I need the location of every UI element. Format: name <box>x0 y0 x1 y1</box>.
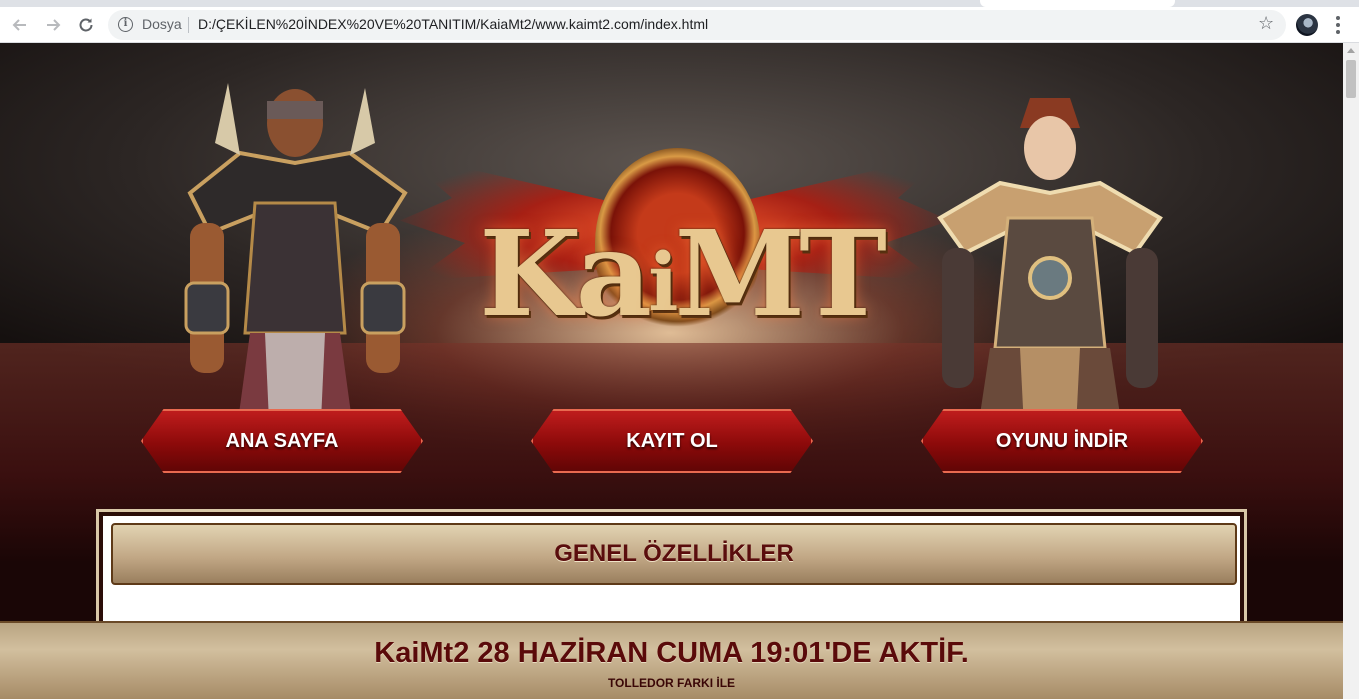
nav-kayit-ol-button[interactable]: KAYIT OL <box>531 409 813 473</box>
left-warrior-character <box>184 83 408 443</box>
launch-announcement-subtitle: TOLLEDOR FARKI İLE <box>607 676 736 690</box>
nav-oyunu-indir-label: OYUNU İNDİR <box>995 429 1129 452</box>
active-tab[interactable] <box>980 0 1175 7</box>
scrollbar-thumb[interactable] <box>1346 60 1356 98</box>
launch-announcement-banner: KaiMt2 28 HAZİRAN CUMA 19:01'DE AKTİF. T… <box>0 621 1343 699</box>
hero-banner: Ka i MT ANA SAYFA KAYIT OL OYUNU İNDİR <box>0 43 1343 563</box>
features-title: GENEL ÖZELLİKLER <box>554 540 794 567</box>
profile-avatar[interactable] <box>1296 14 1318 36</box>
url-text[interactable]: D:/ÇEKİLEN%20İNDEX%20VE%20TANITIM/KaiaMt… <box>198 16 708 32</box>
page-viewport: Ka i MT ANA SAYFA KAYIT OL OYUNU İNDİR GEN… <box>0 43 1343 699</box>
reload-icon[interactable] <box>74 13 98 37</box>
back-arrow-icon[interactable] <box>8 13 32 37</box>
logo-text-end: MT <box>674 203 887 343</box>
scroll-up-arrow-icon[interactable] <box>1347 48 1355 53</box>
logo-text-start: Ka <box>479 203 652 343</box>
address-divider <box>188 17 189 33</box>
browser-toolbar: i Dosya D:/ÇEKİLEN%20İNDEX%20VE%20TANITI… <box>0 7 1359 43</box>
nav-ana-sayfa-label: ANA SAYFA <box>225 429 339 452</box>
origin-chip: Dosya <box>142 16 182 32</box>
nav-oyunu-indir-button[interactable]: OYUNU İNDİR <box>921 409 1203 473</box>
features-header: GENEL ÖZELLİKLER <box>111 523 1237 585</box>
bookmark-star-icon[interactable]: ☆ <box>1258 13 1274 34</box>
right-warrior-character <box>937 98 1163 448</box>
nav-ana-sayfa-button[interactable]: ANA SAYFA <box>141 409 423 473</box>
launch-announcement-title: KaiMt2 28 HAZİRAN CUMA 19:01'DE AKTİF. <box>374 637 969 669</box>
vertical-scrollbar[interactable] <box>1343 43 1359 699</box>
kaimt-logo: Ka i MT <box>479 183 887 363</box>
nav-kayit-ol-label: KAYIT OL <box>626 429 718 452</box>
address-bar[interactable]: i Dosya D:/ÇEKİLEN%20İNDEX%20VE%20TANITI… <box>108 10 1286 40</box>
forward-arrow-icon[interactable] <box>41 13 65 37</box>
logo-text-mid: i <box>648 235 678 329</box>
info-icon[interactable]: i <box>118 17 133 32</box>
kebab-menu-icon[interactable] <box>1330 14 1346 36</box>
